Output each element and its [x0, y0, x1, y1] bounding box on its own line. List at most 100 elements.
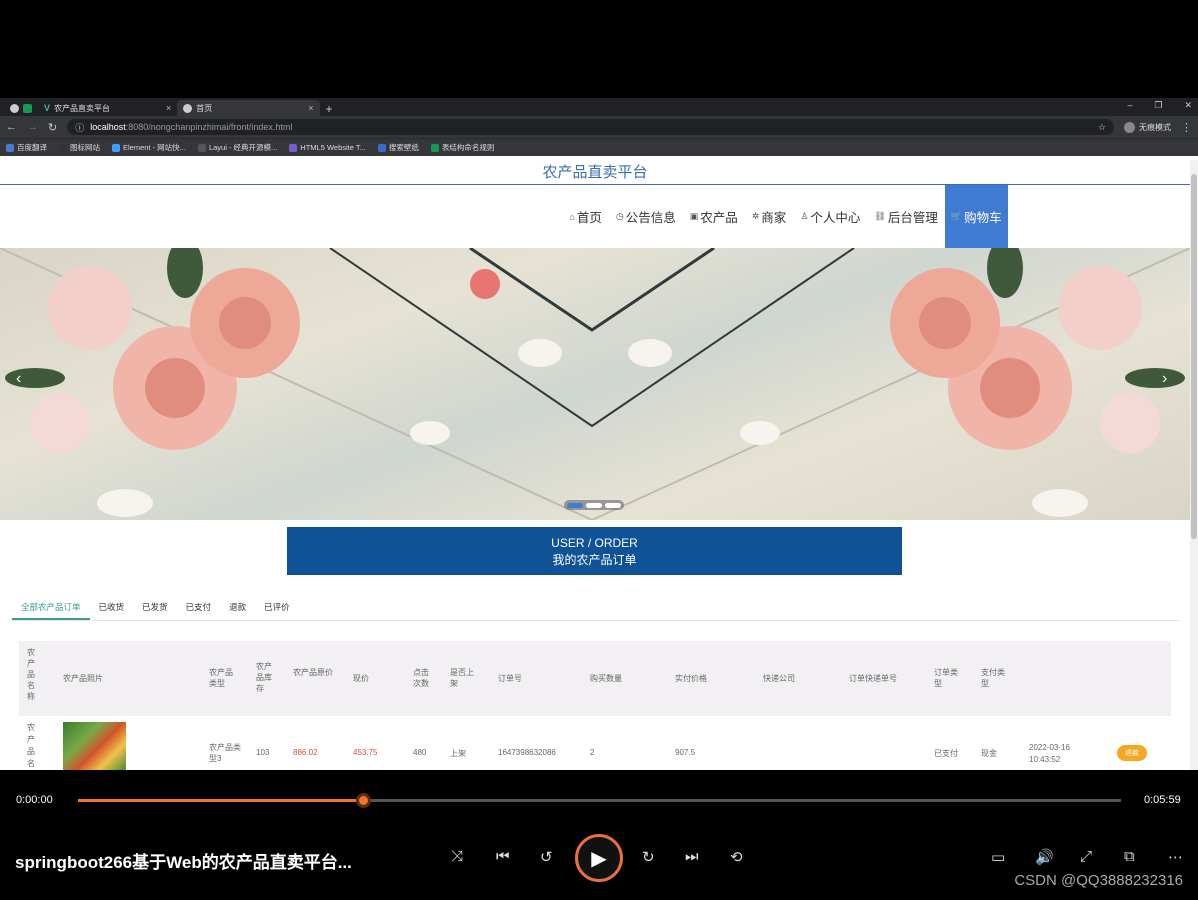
- nav-merchants[interactable]: ✲ 商家: [745, 185, 794, 248]
- bookmark[interactable]: HTML5 Website T...: [289, 143, 366, 152]
- refund-button[interactable]: 退款: [1117, 745, 1147, 761]
- col-order-type: 订单类型: [934, 668, 958, 688]
- profile-button[interactable]: 无痕模式: [1124, 121, 1171, 133]
- tab-reviewed[interactable]: 已评价: [255, 593, 299, 620]
- subtitles-icon[interactable]: ▭: [991, 848, 1005, 866]
- back-icon[interactable]: ←: [6, 121, 17, 133]
- cell-name: 农产品名: [27, 723, 35, 768]
- rewind-10-icon[interactable]: ↺: [540, 848, 553, 866]
- info-icon: ⓘ: [75, 122, 85, 133]
- nav-products[interactable]: ▣ 农产品: [683, 185, 745, 248]
- cell-orig-price: 886.02: [293, 748, 318, 757]
- maximize-button[interactable]: ❐: [1154, 100, 1162, 111]
- star-icon[interactable]: ☆: [1098, 122, 1106, 133]
- carousel-next-icon[interactable]: ›: [1162, 370, 1167, 388]
- cell-order-no: 1647398632086: [498, 748, 556, 757]
- progress-knob[interactable]: [355, 793, 371, 808]
- nav-label: 首页: [576, 211, 602, 225]
- carousel-dot[interactable]: [567, 502, 583, 508]
- letterbox-top: [0, 0, 1198, 98]
- video-player: 0:00:00 0:05:59 springboot266基于Web的农产品直卖…: [0, 770, 1198, 900]
- video-title: springboot266基于Web的农产品直卖平台...: [15, 853, 352, 872]
- page-scrollbar[interactable]: [1190, 160, 1198, 770]
- cursor-highlight: [470, 269, 500, 299]
- bookmarks-bar: 百度翻译 图标网站 Element - 网站快... Layui - 经典开源模…: [0, 138, 1198, 156]
- miniplayer-icon[interactable]: ⧉: [1124, 848, 1135, 865]
- shuffle-icon[interactable]: ⤨: [451, 848, 463, 865]
- bookmark[interactable]: Element - 网站快...: [112, 142, 186, 153]
- order-title-en: USER / ORDER: [551, 536, 638, 550]
- nav-notice[interactable]: ◷ 公告信息: [609, 185, 683, 248]
- bookmark[interactable]: 表结构命名规则: [430, 142, 494, 153]
- tab-pinned[interactable]: [4, 100, 38, 116]
- bookmark[interactable]: 搜索壁纸: [377, 142, 419, 153]
- cell-stock: 103: [256, 748, 270, 757]
- more-icon[interactable]: ⋯: [1168, 848, 1183, 866]
- browser-window: V 农产品直卖平台 × 首页 × + – ❐ ✕ ← → ↻ ⓘ localho…: [0, 98, 1198, 770]
- watermark: CSDN @QQ3888232316: [1014, 872, 1183, 889]
- carousel-dot[interactable]: [586, 502, 602, 508]
- bookmark-icon: [377, 143, 386, 152]
- carousel-dot[interactable]: [605, 502, 621, 508]
- bookmark[interactable]: 百度翻译: [6, 142, 47, 153]
- tab-platform[interactable]: V 农产品直卖平台 ×: [38, 100, 178, 116]
- col-paid: 实付价格: [675, 674, 707, 683]
- forward-30-icon[interactable]: ↻: [642, 848, 655, 866]
- close-icon[interactable]: ×: [308, 103, 313, 113]
- minimize-button[interactable]: –: [1127, 100, 1132, 111]
- cell-paid: 907.5: [675, 748, 696, 757]
- previous-icon[interactable]: ⏮: [496, 848, 510, 865]
- tab-refund[interactable]: 退款: [220, 593, 255, 620]
- scroll-thumb[interactable]: [1191, 174, 1197, 539]
- cell-pay-type: 现金: [981, 749, 997, 758]
- tab-all-orders[interactable]: 全部农产品订单: [12, 593, 90, 620]
- nav-label: 购物车: [964, 211, 1002, 225]
- site-title: 农产品直卖平台: [0, 160, 1190, 185]
- profile-label: 无痕模式: [1139, 122, 1171, 132]
- bookmark-icon: [289, 143, 298, 152]
- bookmark[interactable]: 图标网站: [59, 142, 100, 153]
- col-order-no: 订单号: [498, 674, 522, 683]
- current-time: 0:00:00: [16, 794, 53, 806]
- nav-admin[interactable]: ⛓ 后台管理: [867, 185, 944, 248]
- globe-icon: [10, 103, 19, 113]
- nav-user-center[interactable]: ♙ 个人中心: [793, 185, 867, 248]
- incognito-icon: [1124, 121, 1135, 133]
- close-window-button[interactable]: ✕: [1184, 100, 1192, 111]
- tab-received[interactable]: 已收货: [90, 593, 134, 620]
- close-icon[interactable]: ×: [166, 103, 171, 113]
- menu-icon[interactable]: ⋮: [1181, 121, 1192, 134]
- product-photo: [63, 722, 126, 770]
- volume-icon[interactable]: 🔊: [1035, 848, 1054, 866]
- next-icon[interactable]: ⏭: [685, 848, 699, 865]
- repeat-icon[interactable]: ⟲: [730, 848, 743, 866]
- bookmark-icon: [59, 143, 67, 152]
- fullscreen-icon[interactable]: ⤢: [1080, 848, 1092, 865]
- banner-image: [0, 248, 1190, 520]
- cell-type: 农产品类型3: [209, 743, 241, 763]
- url-input[interactable]: ⓘ localhost:8080/nongchanpinzhimai/front…: [67, 119, 1114, 135]
- user-icon: ♙: [800, 211, 809, 221]
- new-tab-button[interactable]: +: [326, 102, 333, 116]
- tab-shipped[interactable]: 已发货: [133, 593, 177, 620]
- vue-icon: V: [44, 103, 51, 113]
- order-title-cn: 我的农产品订单: [552, 553, 637, 567]
- reload-icon[interactable]: ↻: [48, 121, 57, 134]
- tab-paid[interactable]: 已支付: [177, 593, 221, 620]
- bookmark[interactable]: Layui - 经典开源模...: [197, 142, 277, 153]
- play-button[interactable]: ▶: [575, 834, 623, 882]
- url-host: localhost: [90, 122, 126, 132]
- nav-home[interactable]: ⌂ 首页: [562, 185, 608, 248]
- progress-bar[interactable]: [78, 799, 1121, 802]
- tab-title: 首页: [196, 103, 213, 113]
- nav-cart[interactable]: 🛒 购物车: [944, 185, 1008, 248]
- tab-strip: V 农产品直卖平台 × 首页 × + – ❐ ✕: [0, 98, 1198, 116]
- clock-icon: ◷: [615, 211, 624, 221]
- carousel-prev-icon[interactable]: ‹: [16, 370, 21, 388]
- link-icon: ⛓: [874, 211, 886, 221]
- play-icon: ▶: [591, 847, 607, 870]
- carousel-banner: ‹ ›: [0, 248, 1190, 520]
- forward-icon[interactable]: →: [27, 121, 38, 133]
- col-stock: 农产品库存: [256, 662, 272, 693]
- tab-home[interactable]: 首页 ×: [177, 100, 320, 116]
